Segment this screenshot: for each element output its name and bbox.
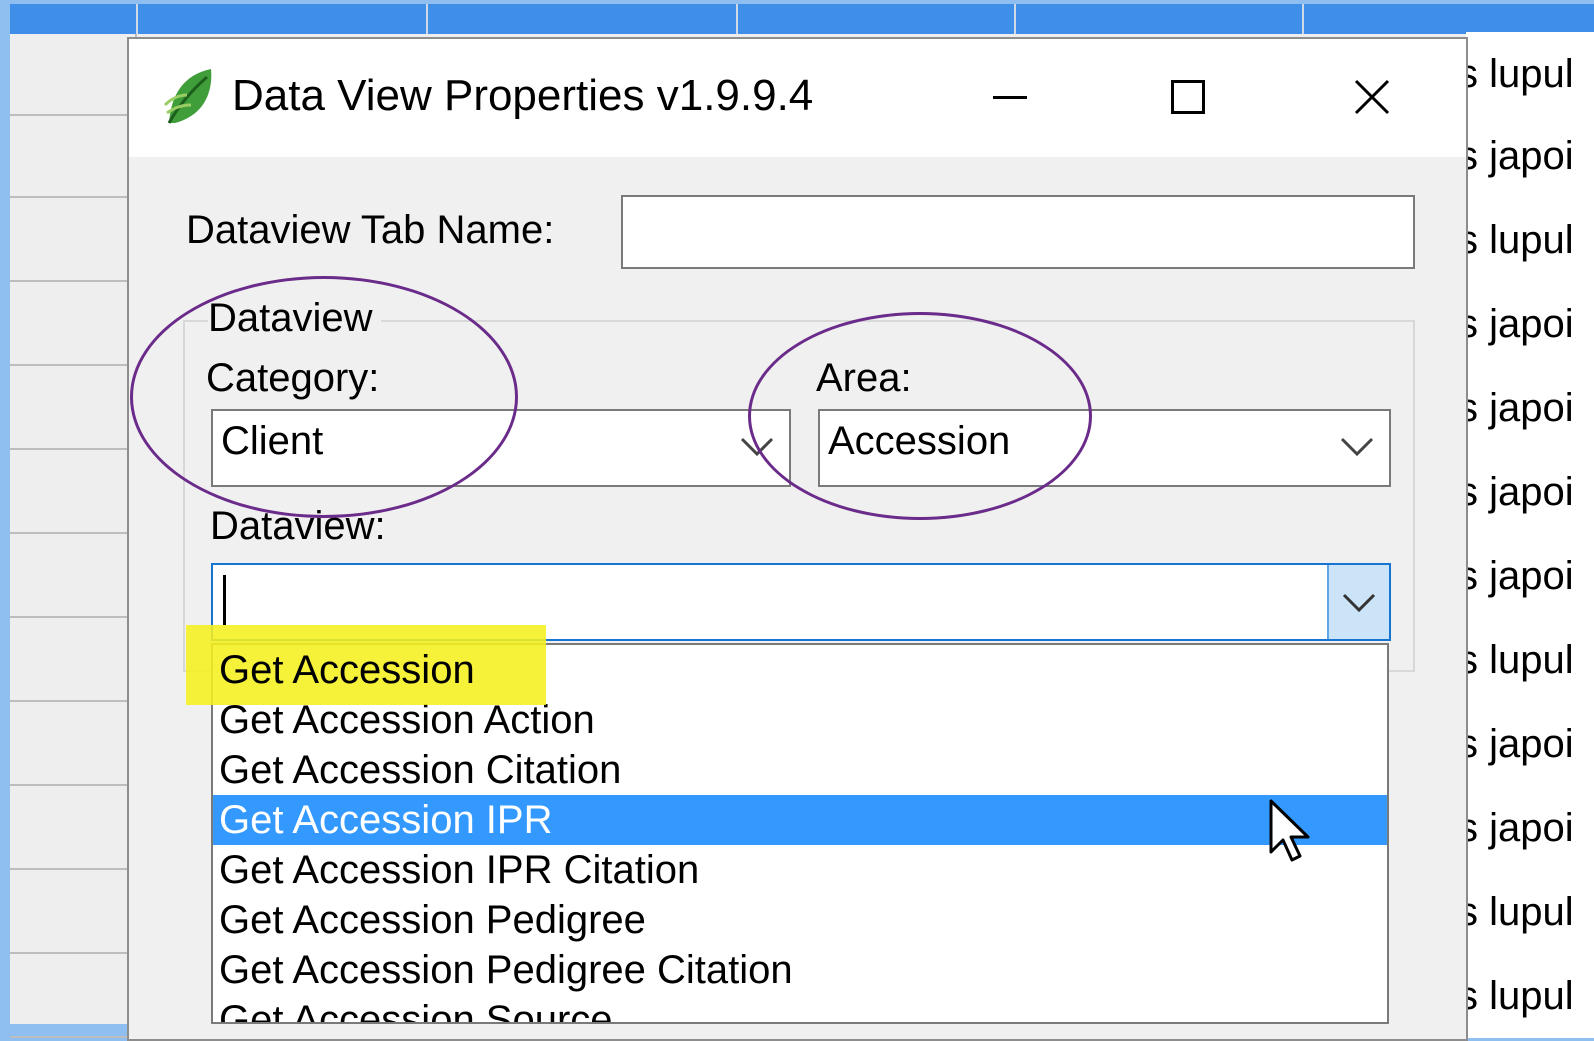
maximize-button[interactable]: [1143, 59, 1233, 135]
category-label: Category:: [206, 356, 380, 400]
chevron-down-icon: [740, 437, 774, 457]
background-cell: s japoi: [1466, 450, 1594, 534]
list-item-selected[interactable]: Get Accession IPR: [213, 795, 1387, 845]
area-select[interactable]: Accession: [818, 409, 1391, 487]
area-value: Accession: [828, 419, 1011, 463]
maximize-icon: [1171, 80, 1205, 114]
background-cell: s lupul: [1466, 198, 1594, 282]
category-value: Client: [221, 419, 324, 463]
highlighted-item-label[interactable]: Get Accession: [213, 645, 543, 695]
title-bar[interactable]: Data View Properties v1.9.9.4: [129, 39, 1466, 157]
background-cell: s japoi: [1466, 114, 1594, 198]
list-item[interactable]: Get Accession Pedigree: [213, 895, 1387, 945]
background-cell: s lupul: [1466, 954, 1594, 1038]
tab-name-input[interactable]: [621, 195, 1415, 269]
category-select[interactable]: Client: [211, 409, 791, 487]
minimize-icon: [993, 95, 1027, 99]
chevron-down-icon: [1340, 437, 1374, 457]
chevron-down-icon: [1342, 593, 1376, 613]
background-cell: s japoi: [1466, 534, 1594, 618]
text-caret: [223, 575, 226, 625]
list-item[interactable]: Get Accession Pedigree Citation: [213, 945, 1387, 995]
background-cell: s japoi: [1466, 786, 1594, 870]
background-cell: s japoi: [1466, 702, 1594, 786]
dataview-group-label: Dataview: [208, 296, 381, 341]
background-cell: s lupul: [1466, 618, 1594, 702]
close-button[interactable]: [1327, 59, 1417, 135]
dataview-label: Dataview:: [210, 504, 386, 548]
list-item[interactable]: Get Accession Source: [213, 995, 1387, 1022]
mouse-cursor-icon: [1269, 799, 1310, 862]
background-cell: s lupul: [1466, 870, 1594, 954]
dialog-title: Data View Properties v1.9.9.4: [232, 71, 814, 120]
tab-name-label: Dataview Tab Name:: [186, 208, 555, 252]
background-cell: s japoi: [1466, 282, 1594, 366]
leaf-app-icon: [163, 69, 212, 124]
close-icon: [1354, 79, 1390, 115]
list-item[interactable]: Get Accession IPR Citation: [213, 845, 1387, 895]
list-item[interactable]: Get Accession Citation: [213, 745, 1387, 795]
background-cell: s japoi: [1466, 366, 1594, 450]
background-header-row: [10, 4, 1594, 34]
minimize-button[interactable]: [965, 59, 1055, 135]
dataview-dropdown-button[interactable]: [1327, 565, 1389, 639]
background-cell: s lupul: [1466, 32, 1594, 116]
area-label: Area:: [816, 356, 912, 400]
